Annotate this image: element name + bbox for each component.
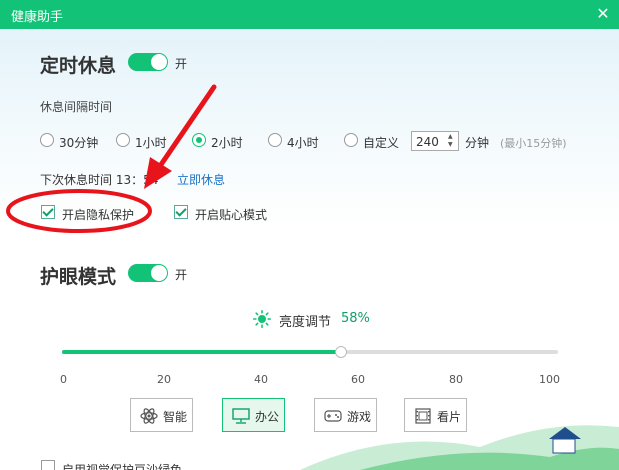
red-arrowhead-icon [144, 157, 172, 189]
red-circle-icon [6, 189, 152, 233]
annotation-overlay [6, 84, 217, 233]
red-arrow-icon [155, 84, 217, 172]
title-bar: 健康助手 ✕ [0, 0, 619, 29]
close-icon[interactable]: ✕ [593, 4, 613, 24]
main-panel: 定时休息 开 休息间隔时间 30分钟 1小时 2小时 4小时 自定义 240 ▲… [0, 29, 619, 470]
window-title: 健康助手 [11, 10, 64, 25]
